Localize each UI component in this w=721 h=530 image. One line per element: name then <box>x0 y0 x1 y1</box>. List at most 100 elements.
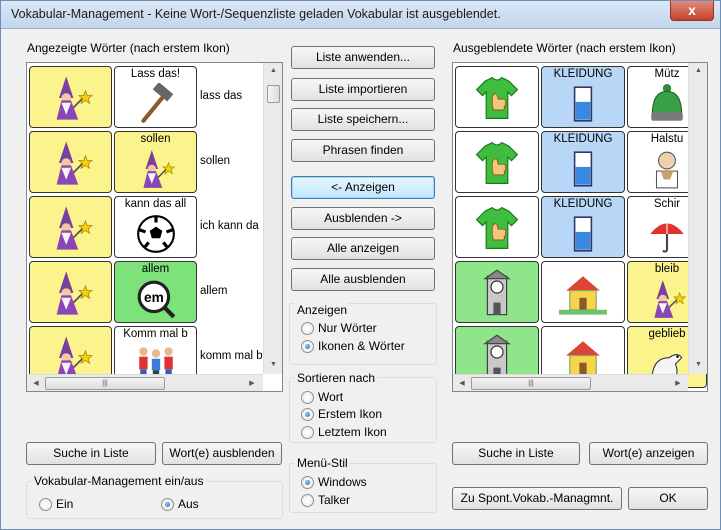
display-group-label: Anzeigen <box>295 303 350 317</box>
row-text: allem <box>200 285 228 297</box>
search-list-left-button[interactable]: Suche in Liste <box>26 442 156 465</box>
scroll-up-icon[interactable]: ▲ <box>689 67 707 74</box>
symbol-cell[interactable]: KLEIDUNG <box>541 131 625 193</box>
hide-button[interactable]: Ausblenden -> <box>291 207 435 230</box>
radio-label: Wort <box>318 390 344 404</box>
apply-list-button[interactable]: Liste anwenden... <box>291 46 435 69</box>
import-list-button[interactable]: Liste importieren <box>291 78 435 101</box>
save-list-button[interactable]: Liste speichern... <box>291 108 435 131</box>
menu-windows-radio[interactable]: Windows <box>301 475 367 489</box>
symbol-cell[interactable] <box>455 131 539 193</box>
green-shirt-thumb-icon <box>473 74 521 122</box>
symbol-cell[interactable] <box>455 196 539 258</box>
show-all-button[interactable]: Alle anzeigen <box>291 237 435 260</box>
hide-all-button[interactable]: Alle ausblenden <box>291 268 435 291</box>
wizard-icon <box>135 148 177 190</box>
soccer-ball-icon <box>135 213 177 255</box>
symbol-label: Komm mal b <box>123 328 188 340</box>
symbol-cell[interactable]: kann das all <box>114 196 197 258</box>
radio-dot-selected-icon <box>301 339 314 353</box>
scroll-thumb[interactable] <box>267 85 280 103</box>
scroll-left-icon[interactable]: ◀ <box>31 379 41 387</box>
left-panel-heading: Angezeigte Wörter (nach erstem Ikon) <box>27 41 230 55</box>
vertical-scrollbar[interactable]: ▲ ▼ <box>688 63 707 374</box>
sort-word-radio[interactable]: Wort <box>301 390 343 404</box>
scroll-down-icon[interactable]: ▼ <box>689 361 707 368</box>
ok-button[interactable]: OK <box>628 487 708 510</box>
symbol-cell[interactable] <box>29 196 112 258</box>
symbol-cell[interactable]: KLEIDUNG <box>541 66 625 128</box>
symbol-cell[interactable] <box>541 261 625 323</box>
house-icon <box>559 269 607 317</box>
menu-talker-radio[interactable]: Talker <box>301 493 350 507</box>
row-text: ich kann da <box>200 220 259 232</box>
window-title: Vokabular-Management - Keine Wort-/Seque… <box>11 7 501 21</box>
horizontal-scrollbar[interactable]: ◀ ||| ▶ <box>453 374 688 391</box>
menu-style-label: Menü-Stil <box>295 456 350 470</box>
horizontal-scroll-thumb[interactable]: ||| <box>45 377 165 390</box>
radio-label: Aus <box>178 497 199 511</box>
symbol-label: kann das all <box>124 198 187 210</box>
symbol-cell[interactable] <box>29 66 112 128</box>
wizard-icon <box>646 278 688 320</box>
close-button[interactable]: x <box>670 1 714 21</box>
symbol-cell[interactable]: sollen <box>114 131 197 193</box>
show-button[interactable]: <- Anzeigen <box>291 176 435 199</box>
scarf-person-icon <box>646 148 688 190</box>
radio-label: Windows <box>318 475 367 489</box>
row-text: lass das <box>200 90 243 102</box>
find-phrases-button[interactable]: Phrasen finden <box>291 139 435 162</box>
wizard-icon <box>47 269 95 317</box>
row-text: sollen <box>200 155 231 167</box>
symbol-cell[interactable]: KLEIDUNG <box>541 196 625 258</box>
symbol-cell[interactable] <box>455 66 539 128</box>
radio-dot-icon <box>301 425 314 439</box>
horizontal-scroll-thumb[interactable]: ||| <box>471 377 591 390</box>
symbol-cell[interactable] <box>29 131 112 193</box>
symbol-cell[interactable]: allem <box>114 261 197 323</box>
vertical-scrollbar[interactable]: ▲ ▼ <box>263 63 282 374</box>
blue-gauge-icon <box>562 148 604 190</box>
scroll-right-icon[interactable]: ▶ <box>673 379 683 387</box>
sort-last-icon-radio[interactable]: Letztem Ikon <box>301 425 387 439</box>
scroll-left-icon[interactable]: ◀ <box>457 379 467 387</box>
vocabulary-management-window: Vokabular-Management - Keine Wort-/Seque… <box>0 0 721 530</box>
only-words-radio[interactable]: Nur Wörter <box>301 321 377 335</box>
wizard-icon <box>47 204 95 252</box>
symbol-label: Lass das! <box>130 68 181 80</box>
vocab-on-radio[interactable]: Ein <box>39 497 73 511</box>
icons-and-words-radio[interactable]: Ikonen & Wörter <box>301 339 405 353</box>
title-bar[interactable]: Vokabular-Management - Keine Wort-/Seque… <box>1 1 720 29</box>
radio-label: Erstem Ikon <box>318 407 383 421</box>
radio-label: Letztem Ikon <box>318 425 387 439</box>
green-shirt-thumb-icon <box>473 204 521 252</box>
radio-dot-selected-icon <box>161 497 174 511</box>
symbol-cell[interactable] <box>455 261 539 323</box>
symbol-label: sollen <box>140 133 171 145</box>
visible-words-list[interactable]: Lass das! lass das sollen sollen kann das al… <box>26 62 283 392</box>
search-list-right-button[interactable]: Suche in Liste <box>452 442 580 465</box>
sort-group-label: Sortieren nach <box>295 371 378 385</box>
radio-dot-icon <box>301 321 314 335</box>
show-words-button[interactable]: Wort(e) anzeigen <box>589 442 708 465</box>
vocab-toggle-label: Vokabular-Management ein/aus <box>32 474 206 488</box>
scroll-right-icon[interactable]: ▶ <box>247 379 257 387</box>
blue-gauge-icon <box>562 83 604 125</box>
hide-words-button[interactable]: Wort(e) ausblenden <box>162 442 282 465</box>
scroll-up-icon[interactable]: ▲ <box>264 67 282 74</box>
sort-first-icon-radio[interactable]: Erstem Ikon <box>301 407 382 421</box>
vocab-off-radio[interactable]: Aus <box>161 497 199 511</box>
radio-dot-icon <box>39 497 52 511</box>
row-text: komm mal b <box>200 350 262 362</box>
symbol-cell[interactable]: Lass das! <box>114 66 197 128</box>
hidden-words-list[interactable]: KLEIDUNG Mütz KLEIDUNG Halstu KLEIDUNG Schir b… <box>452 62 708 392</box>
radio-dot-icon <box>301 390 314 404</box>
symbol-cell[interactable] <box>29 261 112 323</box>
radio-label: Nur Wörter <box>318 321 377 335</box>
wizard-icon <box>47 139 95 187</box>
horizontal-scrollbar[interactable]: ◀ ||| ▶ <box>27 374 263 391</box>
radio-label: Talker <box>318 493 351 507</box>
spont-vocab-management-button[interactable]: Zu Spont.Vokab.-Managmnt. <box>452 487 622 510</box>
radio-label: Ikonen & Wörter <box>318 339 405 353</box>
scroll-down-icon[interactable]: ▼ <box>264 361 282 368</box>
